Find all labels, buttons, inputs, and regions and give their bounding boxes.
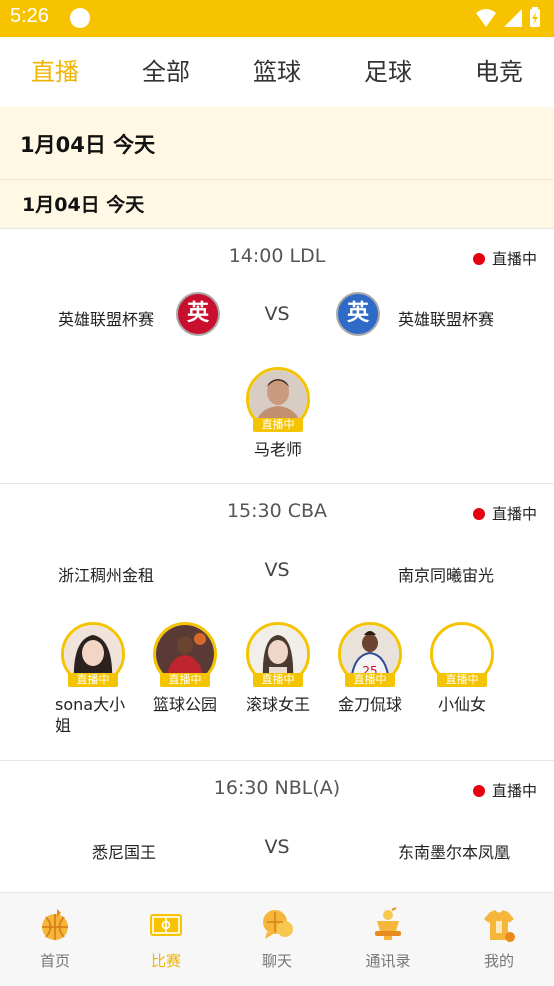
home-team-name: 悉尼国王 [92,843,157,862]
live-label: 直播中 [491,782,537,800]
streamer-name: 滚球女王 [245,695,310,714]
nav-contacts-label: 通讯录 [365,952,411,970]
streamer-live-tag: 直播中 [253,673,303,687]
nav-home[interactable]: 首页 [0,893,110,986]
live-status: 直播中 [472,780,537,801]
nav-chat[interactable]: 聊天 [222,893,332,986]
streamer-card[interactable]: 25 直播中 金刀侃球 [330,622,410,715]
home-basketball-icon [42,909,68,940]
date-header-label: 1月04日 今天 [20,133,156,157]
live-status: 直播中 [472,248,537,269]
away-team-name: 英雄联盟杯赛 [398,310,495,329]
streamer-name: 小仙女 [437,695,486,714]
trophy-icon [375,907,401,940]
streamer-card[interactable]: 直播中 滚球女王 [238,622,318,715]
nav-contacts[interactable]: 通讯录 [333,893,443,986]
live-status: 直播中 [472,503,537,524]
vs-label: VS [264,303,290,325]
streamer-live-tag: 直播中 [253,418,303,432]
category-tabs: 直播 全部 篮球 足球 电竞 [0,37,554,107]
nav-profile[interactable]: 我的 [444,893,554,986]
status-bar: 5:26 [0,0,554,37]
notification-dot-icon [70,8,90,28]
vs-label: VS [264,836,290,858]
chat-bubble-icon [263,910,293,939]
status-time: 5:26 [10,5,49,27]
streamer-card[interactable]: 直播中 sona大小姐 [53,622,133,736]
nav-matches[interactable]: 比赛 [111,893,221,986]
streamer-live-tag: 直播中 [160,673,210,687]
nav-chat-label: 聊天 [261,952,292,970]
away-team-logo: 英 [336,292,380,336]
court-icon [150,914,182,936]
streamer-name: 马老师 [253,440,302,459]
match-card[interactable]: 14:00 LDL 直播中 英雄联盟杯赛 英 VS 英 英雄联盟杯赛 直播中 马… [0,229,554,484]
date-header: 1月04日 今天 [0,107,554,179]
home-team-name: 浙江稠州金租 [58,566,155,585]
date-subheader: 1月04日 今天 [0,179,554,230]
live-label: 直播中 [491,250,537,268]
match-card[interactable]: 16:30 NBL(A) 直播中 悉尼国王 VS 东南墨尔本凤凰 [0,761,554,892]
tab-all[interactable]: 全部 [116,37,216,107]
date-subheader-label: 1月04日 今天 [22,194,145,216]
streamer-live-tag: 直播中 [437,673,487,687]
streamer-name: sona大小姐 [55,695,126,735]
nav-home-label: 首页 [39,952,70,970]
streamer-card[interactable]: 直播中 篮球公园 [145,622,225,715]
live-dot-icon [472,508,485,520]
streamer-live-tag: 直播中 [345,673,395,687]
away-team-name: 南京同曦宙光 [398,566,495,585]
live-dot-icon [472,253,485,265]
streamer-name: 篮球公园 [152,695,217,714]
match-time-league: 15:30 CBA [226,500,328,522]
home-team-name: 英雄联盟杯赛 [58,310,155,329]
match-time-league: 14:00 LDL [228,245,326,267]
tab-esports[interactable]: 电竞 [449,37,549,107]
bottom-navigation: 首页 比赛 聊天 通讯录 我的 [0,892,554,986]
live-label: 直播中 [491,505,537,523]
nav-profile-label: 我的 [483,952,514,970]
tab-live[interactable]: 直播 [5,37,105,107]
system-status-icons [476,7,540,27]
live-dot-icon [472,785,485,797]
jersey-icon [484,910,515,942]
streamer-name: 金刀侃球 [337,695,402,714]
streamer-live-tag: 直播中 [68,673,118,687]
tab-football[interactable]: 足球 [338,37,438,107]
match-time-league: 16:30 NBL(A) [213,777,341,799]
home-team-logo: 英 [176,292,220,336]
nav-matches-label: 比赛 [150,952,181,970]
vs-label: VS [264,559,290,581]
streamer-card[interactable]: 直播中 小仙女 [422,622,502,715]
match-card[interactable]: 15:30 CBA 直播中 浙江稠州金租 VS 南京同曦宙光 直播中 sona大… [0,484,554,761]
away-team-name: 东南墨尔本凤凰 [398,843,511,862]
streamer-card[interactable]: 直播中 马老师 [238,367,318,460]
tab-basketball[interactable]: 篮球 [227,37,327,107]
